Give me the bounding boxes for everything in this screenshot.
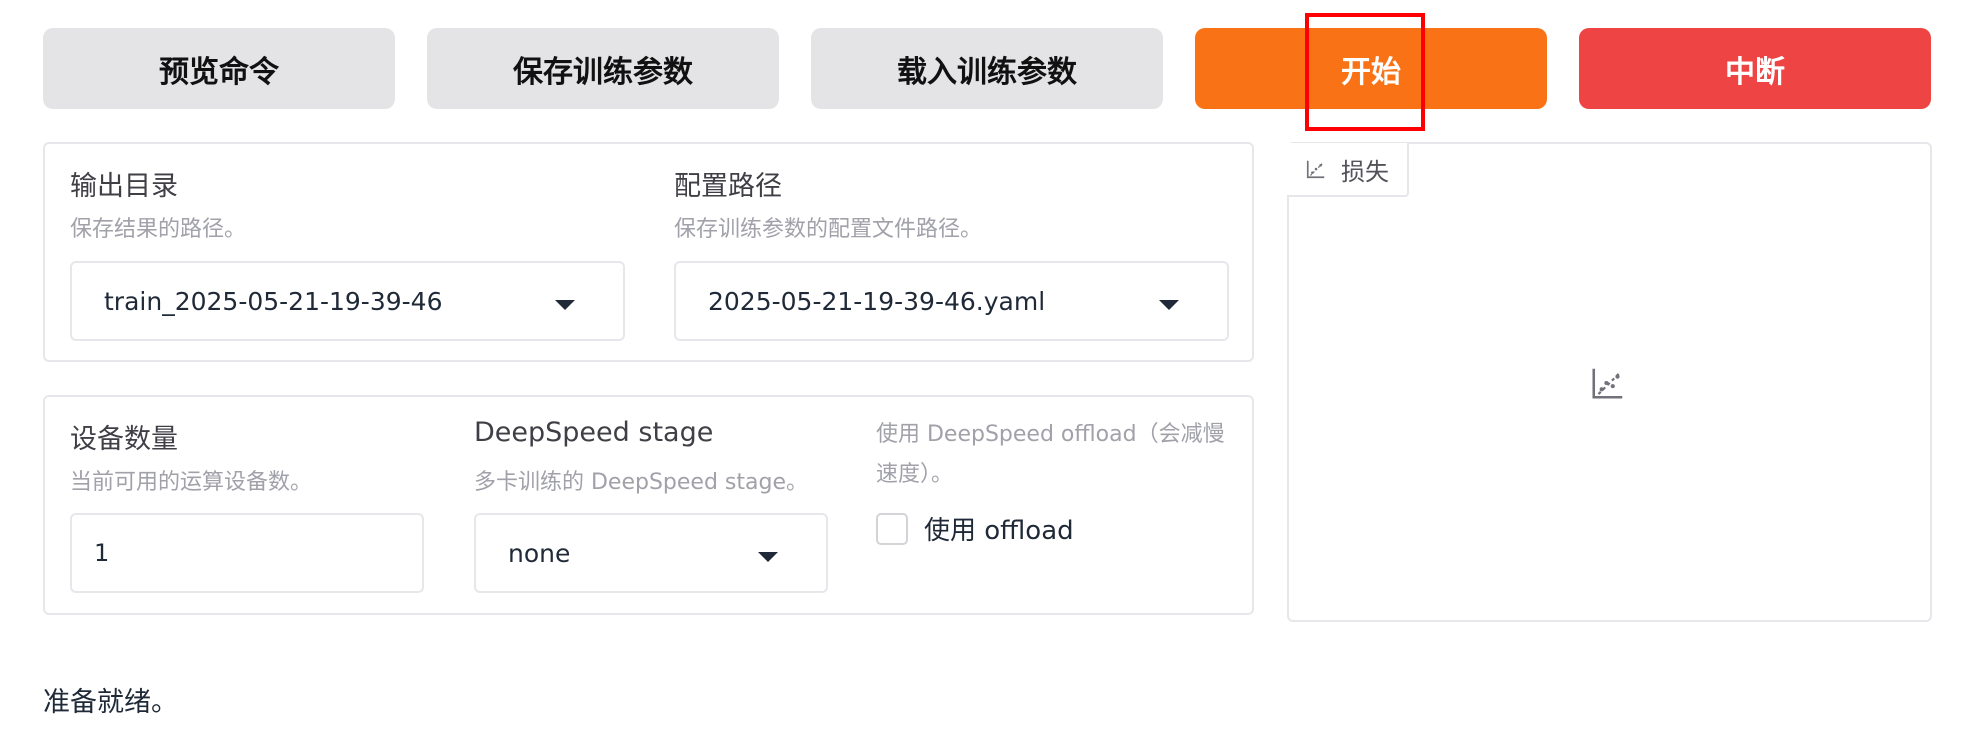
output-dir-info: 保存结果的路径。 bbox=[70, 217, 247, 242]
caret-down-icon bbox=[555, 300, 575, 310]
loss-plot-panel bbox=[1287, 142, 1932, 622]
output-config-panel: 输出目录 保存结果的路径。 train_2025-05-21-19-39-46 … bbox=[43, 142, 1254, 362]
caret-down-icon bbox=[1159, 300, 1179, 310]
scatter-plot-icon bbox=[1592, 368, 1623, 399]
ds-offload-checkbox-label[interactable]: 使用 offload bbox=[924, 510, 1074, 547]
output-dir-label: 输出目录 bbox=[70, 171, 178, 202]
preview-command-button[interactable]: 预览命令 bbox=[43, 28, 395, 109]
start-button[interactable]: 开始 bbox=[1195, 28, 1547, 109]
status-text: 准备就绪。 bbox=[43, 687, 178, 718]
ds-offload-checkbox[interactable] bbox=[876, 513, 908, 545]
device-count-info: 当前可用的运算设备数。 bbox=[70, 470, 313, 495]
ds-offload-info-line2: 速度）。 bbox=[876, 462, 954, 487]
ds-stage-value: none bbox=[508, 538, 571, 568]
config-path-label: 配置路径 bbox=[674, 171, 782, 202]
abort-button[interactable]: 中断 bbox=[1579, 28, 1931, 109]
load-args-button[interactable]: 载入训练参数 bbox=[811, 28, 1163, 109]
device-count-label: 设备数量 bbox=[70, 424, 178, 455]
ds-stage-info: 多卡训练的 DeepSpeed stage。 bbox=[474, 470, 808, 495]
output-dir-dropdown[interactable]: train_2025-05-21-19-39-46 bbox=[70, 261, 625, 341]
loss-plot-tab[interactable]: 损失 bbox=[1287, 143, 1409, 197]
config-path-info: 保存训练参数的配置文件路径。 bbox=[674, 217, 983, 242]
ds-stage-label: DeepSpeed stage bbox=[474, 417, 714, 448]
save-args-button[interactable]: 保存训练参数 bbox=[427, 28, 779, 109]
device-count-input[interactable]: 1 bbox=[70, 513, 424, 593]
scatter-plot-icon bbox=[1306, 160, 1325, 179]
ds-stage-dropdown[interactable]: none bbox=[474, 513, 828, 593]
output-dir-value: train_2025-05-21-19-39-46 bbox=[104, 286, 443, 316]
loss-plot-tab-label: 损失 bbox=[1341, 157, 1389, 186]
config-path-value: 2025-05-21-19-39-46.yaml bbox=[708, 286, 1046, 316]
device-deepspeed-panel: 设备数量 当前可用的运算设备数。 1 DeepSpeed stage 多卡训练的… bbox=[43, 395, 1254, 615]
caret-down-icon bbox=[758, 552, 778, 562]
device-count-value: 1 bbox=[94, 539, 110, 567]
ds-offload-info-line1: 使用 DeepSpeed offload（会减慢 bbox=[876, 422, 1225, 447]
config-path-dropdown[interactable]: 2025-05-21-19-39-46.yaml bbox=[674, 261, 1229, 341]
